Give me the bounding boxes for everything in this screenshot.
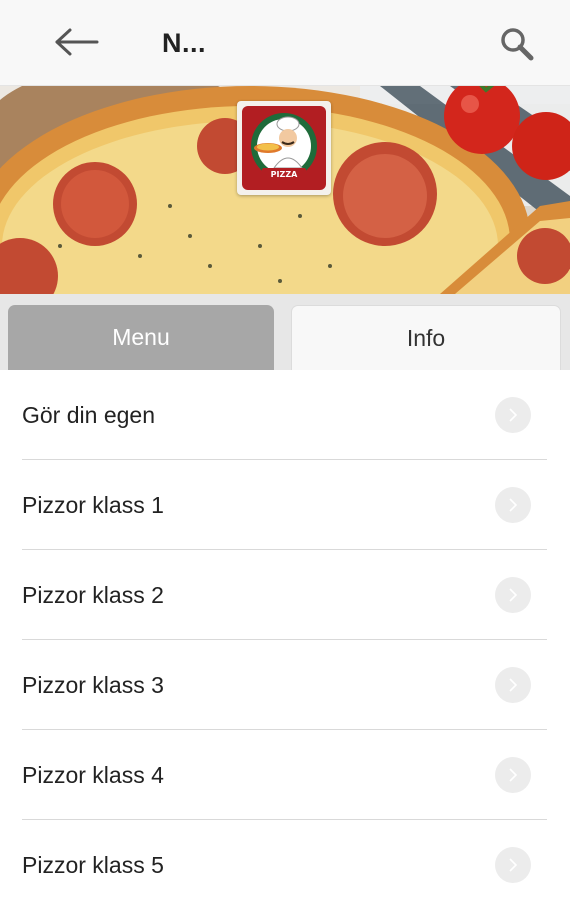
tab-menu[interactable]: Menu bbox=[8, 305, 274, 370]
list-item[interactable]: Gör din egen bbox=[22, 370, 547, 460]
tab-info[interactable]: Info bbox=[291, 305, 561, 370]
back-button[interactable] bbox=[48, 22, 104, 66]
list-item-label: Pizzor klass 2 bbox=[22, 582, 164, 608]
menu-category-list: Gör din egen Pizzor klass 1 Pizzor klass… bbox=[0, 370, 570, 900]
list-item[interactable]: Pizzor klass 5 bbox=[22, 820, 547, 900]
chevron-right-icon bbox=[495, 397, 531, 433]
chevron-right-icon bbox=[495, 487, 531, 523]
list-item[interactable]: Pizzor klass 3 bbox=[22, 640, 547, 730]
chevron-right-icon bbox=[495, 667, 531, 703]
list-item-label: Pizzor klass 4 bbox=[22, 762, 164, 788]
search-button[interactable] bbox=[494, 24, 540, 68]
list-item-label: Pizzor klass 1 bbox=[22, 492, 164, 518]
list-item-label: Gör din egen bbox=[22, 402, 155, 428]
chevron-right-icon bbox=[495, 577, 531, 613]
list-item[interactable]: Pizzor klass 1 bbox=[22, 460, 547, 550]
arrow-left-icon bbox=[53, 27, 99, 62]
list-item-label: Pizzor klass 3 bbox=[22, 672, 164, 698]
chevron-right-icon bbox=[495, 757, 531, 793]
search-icon bbox=[498, 26, 536, 67]
list-item[interactable]: Pizzor klass 4 bbox=[22, 730, 547, 820]
list-item-label: Pizzor klass 5 bbox=[22, 852, 164, 878]
tab-bar: Menu Info bbox=[0, 294, 570, 370]
logo-text: PIZZA bbox=[271, 170, 298, 179]
app-header: N... bbox=[0, 0, 570, 86]
page-title: N... bbox=[162, 28, 207, 58]
app-root: N... PIZZA Menu Info Gör din egen Pizzor… bbox=[0, 0, 570, 900]
list-item[interactable]: Pizzor klass 2 bbox=[22, 550, 547, 640]
chevron-right-icon bbox=[495, 847, 531, 883]
restaurant-logo: PIZZA bbox=[237, 101, 331, 195]
